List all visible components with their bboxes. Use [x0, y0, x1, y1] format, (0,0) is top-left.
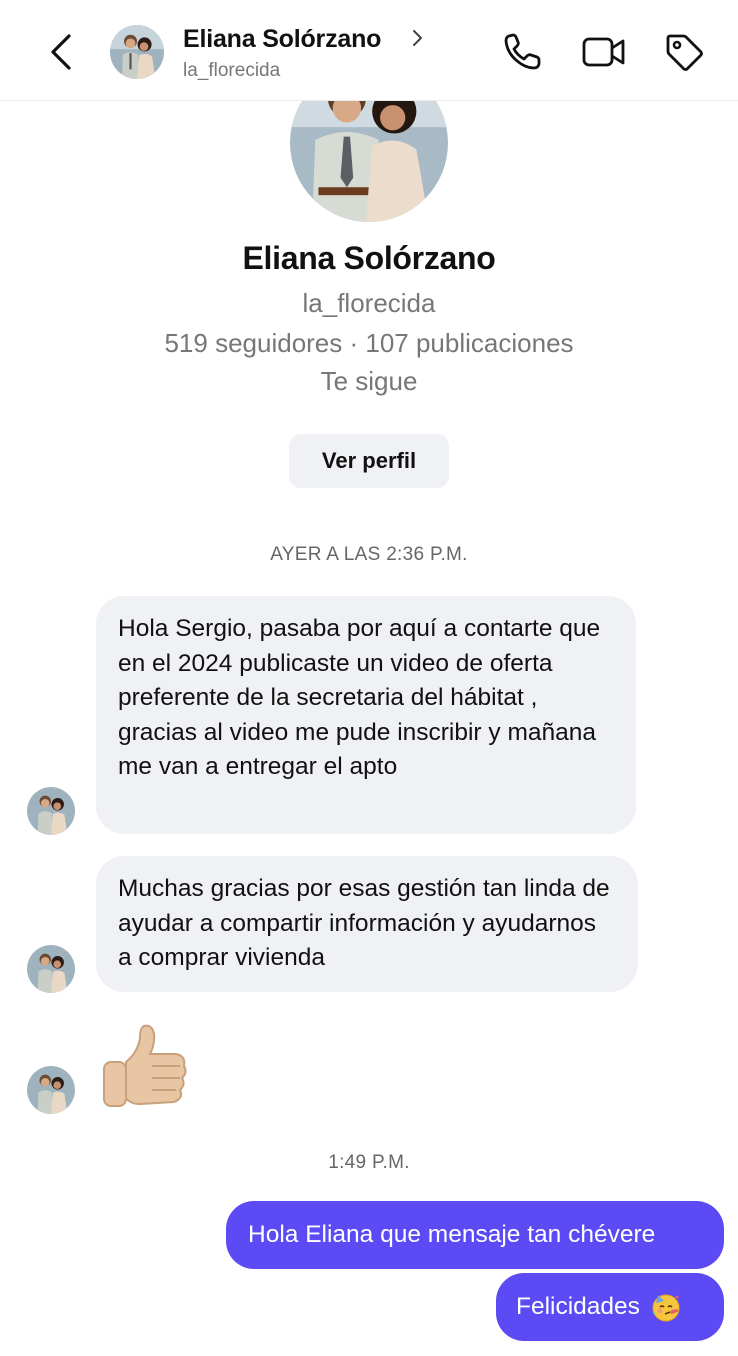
outgoing-message[interactable]: Hola Eliana que mensaje tan chévere	[226, 1201, 724, 1269]
back-chevron-icon	[51, 34, 71, 70]
outgoing-message-text: Hola Eliana que mensaje tan chévere	[248, 1221, 656, 1248]
header-contact-name[interactable]: Eliana Solórzano	[183, 25, 381, 54]
view-profile-button[interactable]: Ver perfil	[289, 434, 449, 488]
timestamp: 1:49 P.M.	[328, 1152, 410, 1173]
chevron-right-icon[interactable]	[410, 26, 426, 52]
profile-name: Eliana Solórzano	[242, 240, 496, 276]
chat-header: Eliana Solórzano la_florecida	[0, 0, 738, 101]
sender-avatar[interactable]	[27, 787, 75, 835]
tag-button[interactable]	[662, 30, 706, 74]
audio-call-button[interactable]	[500, 30, 544, 74]
incoming-message[interactable]: Hola Sergio, pasaba por aquí a contarte …	[96, 596, 636, 834]
tag-icon	[666, 34, 703, 71]
video-call-button[interactable]	[580, 30, 625, 74]
timestamp: AYER A LAS 2:36 P.M.	[270, 544, 468, 565]
header-username: la_florecida	[183, 60, 281, 81]
outgoing-message-text: Felicidades	[516, 1293, 640, 1320]
phone-icon	[504, 33, 541, 70]
profile-username: la_florecida	[302, 288, 436, 318]
profile-stats: 519 seguidores · 107 publicaciones	[164, 328, 574, 358]
sender-avatar[interactable]	[27, 1066, 75, 1114]
thumbs-up-emoji-icon[interactable]	[100, 1022, 190, 1114]
header-avatar[interactable]	[110, 25, 164, 79]
sender-avatar[interactable]	[27, 945, 75, 993]
partying-face-emoji-icon	[652, 1294, 680, 1322]
video-camera-icon	[582, 37, 625, 67]
follow-status: Te sigue	[320, 366, 418, 396]
outgoing-message[interactable]: Felicidades	[496, 1273, 724, 1341]
back-button[interactable]	[40, 30, 84, 74]
incoming-message[interactable]: Muchas gracias por esas gestión tan lind…	[96, 856, 638, 992]
